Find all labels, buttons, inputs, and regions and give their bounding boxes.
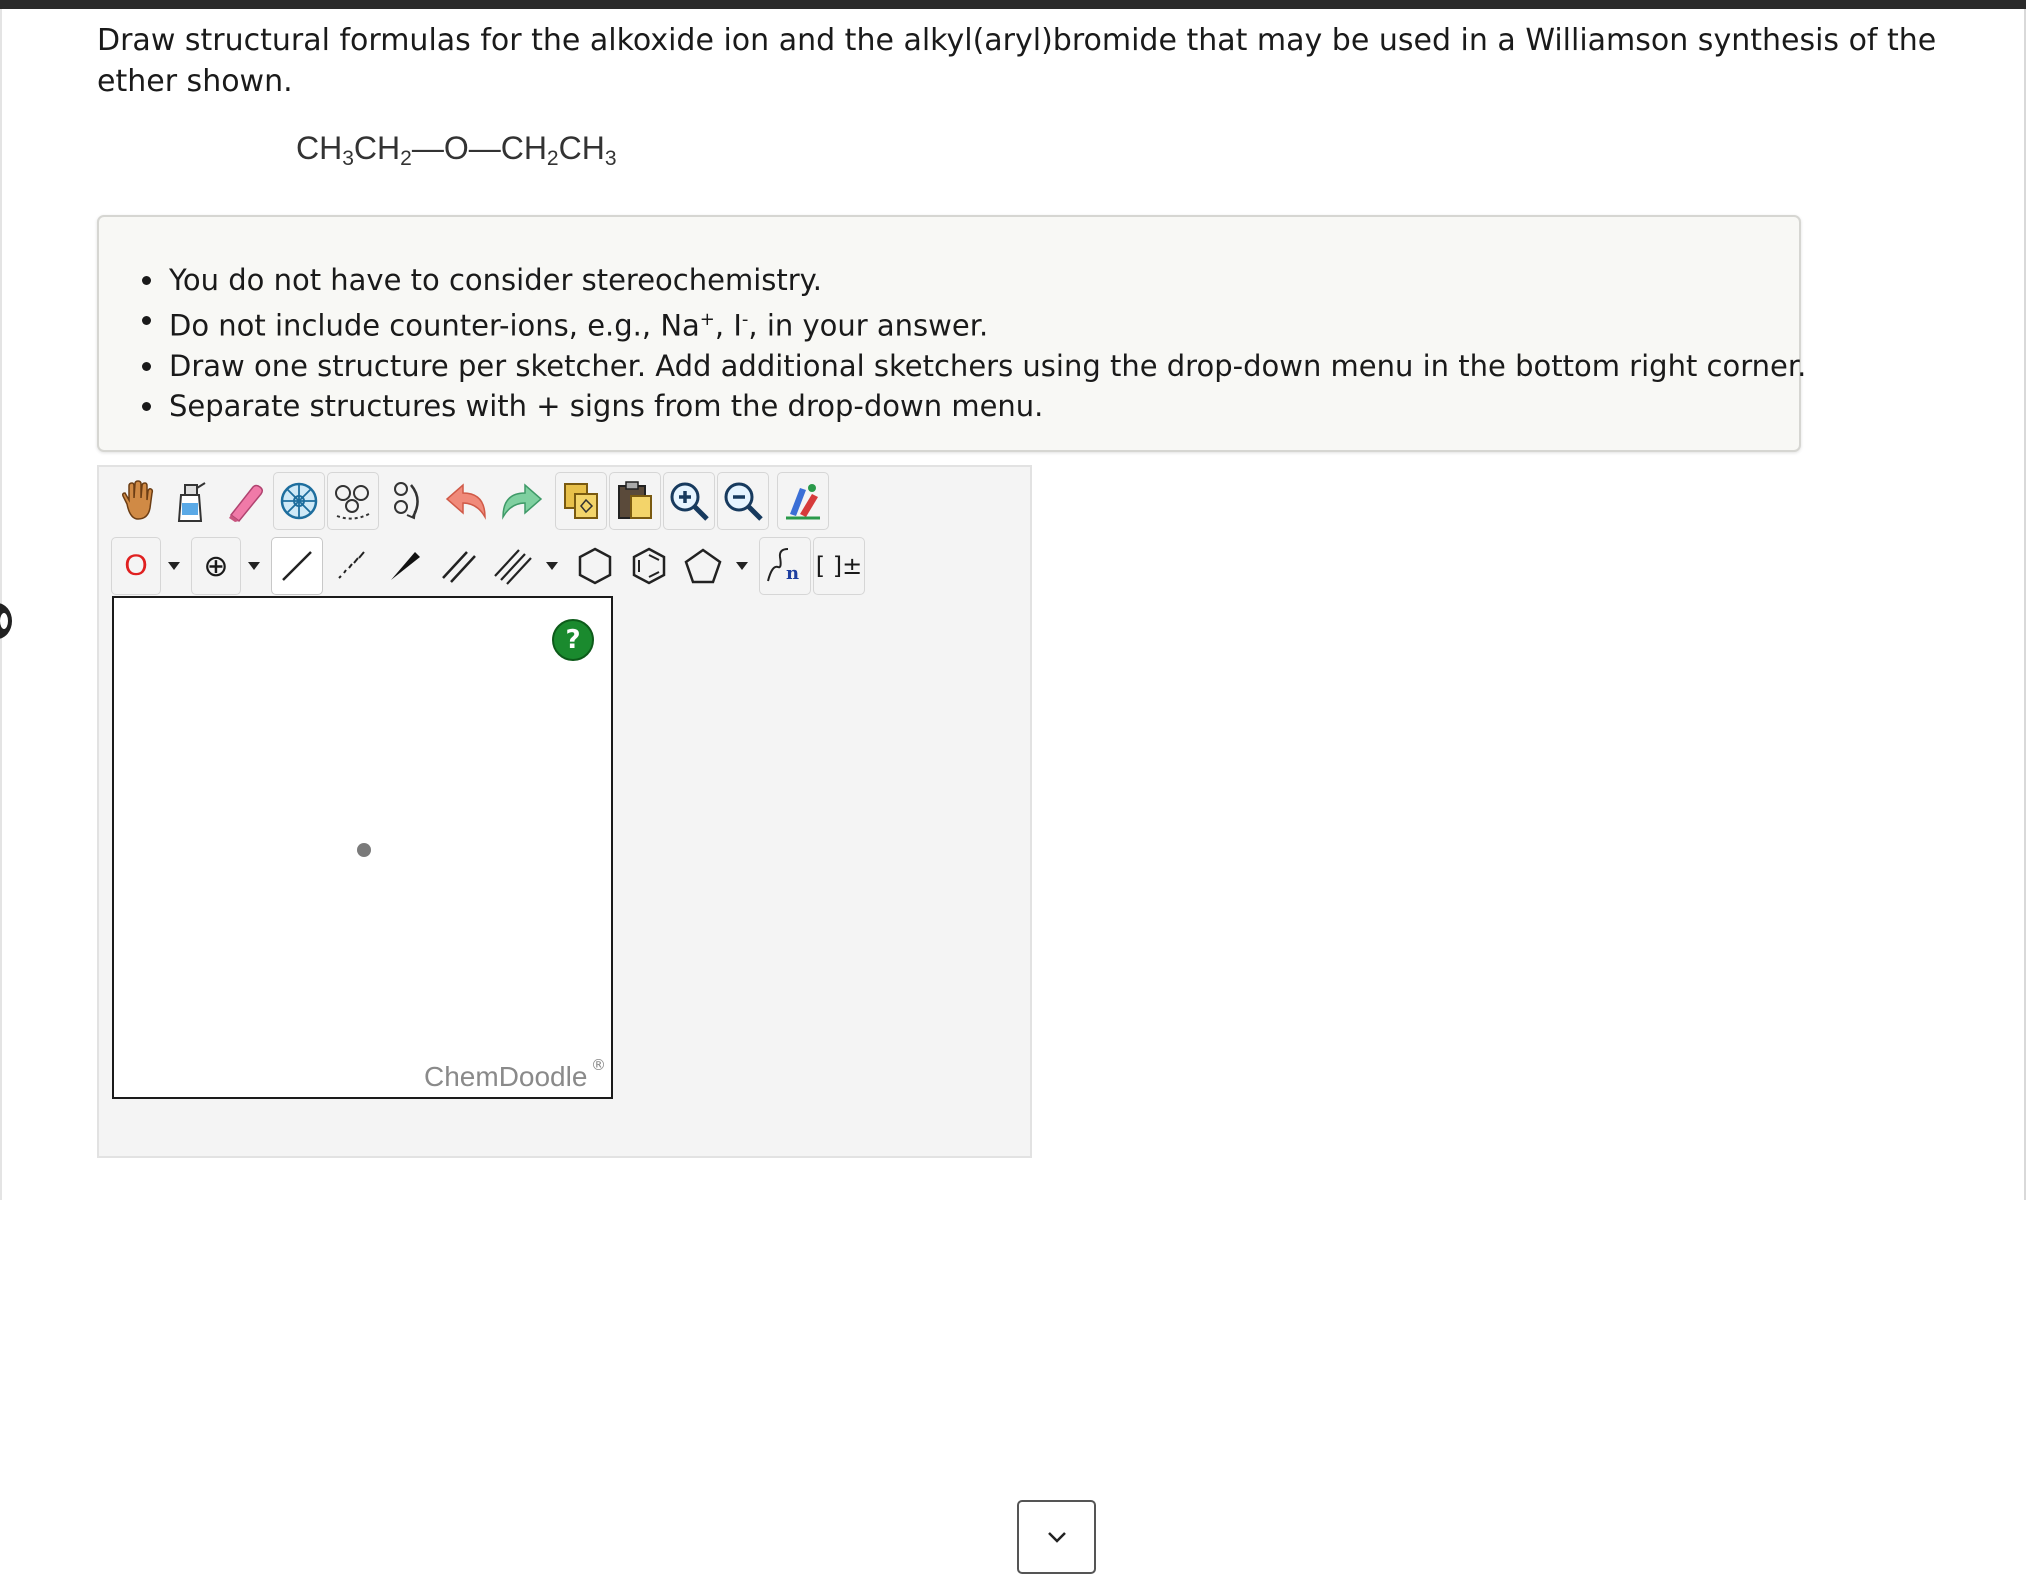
cyclopentane-button[interactable] xyxy=(677,537,729,595)
zoom-in-icon xyxy=(670,482,709,521)
clear-button[interactable] xyxy=(165,472,217,530)
bracket-charge-icon: [ ]± xyxy=(815,552,863,580)
chemdoodle-brand: ChemDoodle xyxy=(424,1061,588,1092)
redo-button[interactable] xyxy=(495,472,547,530)
clean-structure-icon xyxy=(786,484,820,520)
molecule-select-icon xyxy=(335,485,370,520)
zoom-out-icon xyxy=(724,482,763,521)
paste-clipboard-icon xyxy=(618,481,652,519)
copy-icon xyxy=(564,483,598,519)
wedge-bond-button[interactable] xyxy=(379,537,431,595)
instruction-separate-structures: Separate structures with + signs from th… xyxy=(141,386,1806,426)
single-bond-icon xyxy=(282,551,312,581)
add-sketcher-dropdown[interactable] xyxy=(1017,1500,1096,1574)
benzene-button[interactable] xyxy=(623,537,675,595)
charge-plus-icon: ⊕ xyxy=(203,548,229,584)
rotate-molecule-icon xyxy=(394,482,419,520)
question-text: Draw structural formulas for the alkoxid… xyxy=(97,23,1937,99)
instruction-stereochemistry: You do not have to consider stereochemis… xyxy=(141,260,1806,300)
browser-top-bar xyxy=(0,0,2026,9)
zoom-out-button[interactable] xyxy=(717,472,769,530)
template-button[interactable] xyxy=(273,472,325,530)
hexagon-ring-icon xyxy=(578,547,612,585)
chevron-down-icon xyxy=(1047,1532,1066,1543)
svg-text:n: n xyxy=(786,563,799,584)
cyclohexane-button[interactable] xyxy=(569,537,621,595)
atom-label: O xyxy=(124,549,148,582)
triple-bond-icon xyxy=(494,549,532,585)
redo-arrow-icon xyxy=(502,483,543,520)
instruction-one-structure: Draw one structure per sketcher. Add add… xyxy=(141,346,1806,386)
paste-button[interactable] xyxy=(609,472,661,530)
bond-dropdown-arrow[interactable] xyxy=(541,537,563,595)
charge-dropdown-arrow[interactable] xyxy=(243,537,265,595)
hashed-wedge-bond-icon xyxy=(338,551,365,579)
hashed-bond-button[interactable] xyxy=(325,537,377,595)
spray-bottle-icon xyxy=(177,482,206,522)
atom-label-button[interactable]: O xyxy=(111,537,161,595)
double-bond-icon xyxy=(442,551,476,583)
undo-button[interactable] xyxy=(441,472,493,530)
pentagon-ring-icon xyxy=(684,548,722,584)
rotate-button[interactable] xyxy=(381,472,433,530)
eraser-icon xyxy=(229,484,264,523)
instruction-counter-ions: Do not include counter-ions, e.g., Na+, … xyxy=(141,300,1806,346)
sketcher-canvas[interactable]: ? ChemDoodle ® xyxy=(112,596,613,1099)
chain-n-icon: n xyxy=(767,548,799,584)
template-wheel-icon xyxy=(280,482,318,520)
atom-dropdown-arrow[interactable] xyxy=(163,537,185,595)
clean-structure-button[interactable] xyxy=(777,472,829,530)
single-bond-button[interactable] xyxy=(271,537,323,595)
copy-button[interactable] xyxy=(555,472,607,530)
toolbar-row-2: O ⊕ n []± xyxy=(111,537,867,595)
zoom-in-button[interactable] xyxy=(663,472,715,530)
canvas-cursor-dot xyxy=(357,843,371,857)
hand-pan-button[interactable] xyxy=(111,472,163,530)
charge-button[interactable]: ⊕ xyxy=(191,537,241,595)
lasso-select-button[interactable] xyxy=(327,472,379,530)
eraser-button[interactable] xyxy=(219,472,271,530)
benzene-ring-icon xyxy=(632,547,666,585)
ring-dropdown-arrow[interactable] xyxy=(731,537,753,595)
ether-formula: CH3CH2—O—CH2CH3 xyxy=(296,130,617,170)
chain-button[interactable]: n xyxy=(759,537,811,595)
help-button[interactable]: ? xyxy=(552,619,594,661)
wedge-bond-icon xyxy=(391,552,420,580)
instructions-box: You do not have to consider stereochemis… xyxy=(97,215,1806,452)
bracket-charge-button[interactable]: [ ]± xyxy=(813,537,865,595)
double-bond-button[interactable] xyxy=(433,537,485,595)
side-panel-handle[interactable] xyxy=(0,603,12,639)
sketcher-panel: O ⊕ n []± ? ChemDoodle ® xyxy=(97,465,1096,1574)
toolbar-row-1 xyxy=(111,472,831,530)
triple-bond-button[interactable] xyxy=(487,537,539,595)
registered-mark: ® xyxy=(591,1056,606,1074)
hand-icon xyxy=(122,480,154,520)
undo-arrow-icon xyxy=(445,483,486,520)
